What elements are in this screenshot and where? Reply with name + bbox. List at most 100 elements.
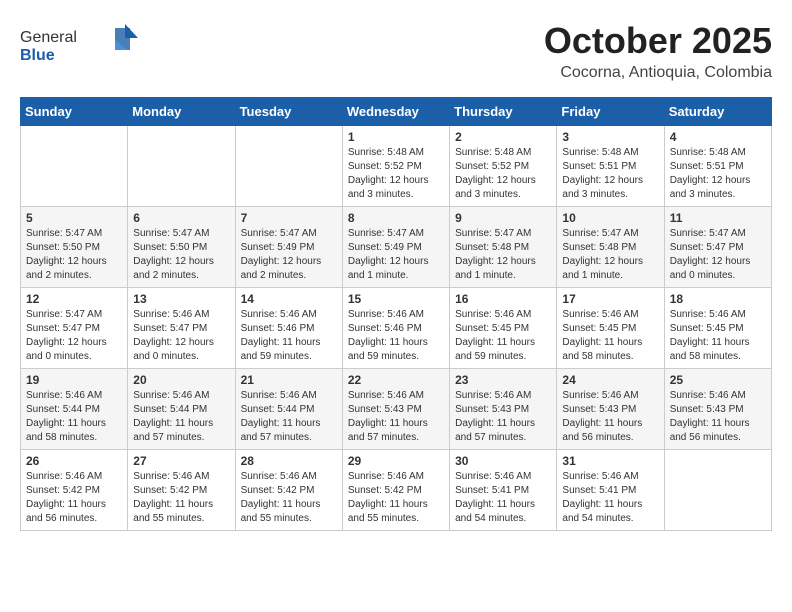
calendar-cell: 5 Sunrise: 5:47 AMSunset: 5:50 PMDaylight… [21,207,128,288]
day-number: 2 [455,130,551,144]
day-number: 12 [26,292,122,306]
calendar-cell: 10Sunrise: 5:47 AMSunset: 5:48 PMDayligh… [557,207,664,288]
day-number: 15 [348,292,444,306]
day-info: Sunrise: 5:47 AMSunset: 5:47 PMDaylight:… [670,227,766,283]
calendar-week-row: 1 Sunrise: 5:48 AMSunset: 5:52 PMDaylight… [21,126,772,207]
day-info: Sunrise: 5:46 AMSunset: 5:46 PMDaylight:… [348,308,444,364]
calendar-week-row: 26 Sunrise: 5:46 AMSunset: 5:42 PMDayligh… [21,450,772,531]
day-number: 7 [241,211,337,225]
day-number: 22 [348,373,444,387]
svg-text:General: General [20,29,77,46]
day-info: Sunrise: 5:46 AMSunset: 5:42 PMDaylight:… [133,470,229,526]
day-info: Sunrise: 5:47 AMSunset: 5:48 PMDaylight:… [455,227,551,283]
weekday-header-saturday: Saturday [664,98,771,126]
weekday-header-sunday: Sunday [21,98,128,126]
day-info: Sunrise: 5:48 AMSunset: 5:52 PMDaylight:… [455,146,551,202]
day-number: 29 [348,454,444,468]
calendar-cell: 13 Sunrise: 5:46 AMSunset: 5:47 PMDayligh… [128,288,235,369]
day-info: Sunrise: 5:46 AMSunset: 5:41 PMDaylight:… [562,470,658,526]
day-info: Sunrise: 5:47 AMSunset: 5:47 PMDaylight:… [26,308,122,364]
day-number: 14 [241,292,337,306]
calendar-cell: 22 Sunrise: 5:46 AMSunset: 5:43 PMDayligh… [342,369,449,450]
day-info: Sunrise: 5:46 AMSunset: 5:43 PMDaylight:… [348,389,444,445]
day-number: 26 [26,454,122,468]
day-info: Sunrise: 5:46 AMSunset: 5:43 PMDaylight:… [670,389,766,445]
title-block: October 2025 Cocorna, Antioquia, Colombi… [544,20,772,82]
calendar-week-row: 12 Sunrise: 5:47 AMSunset: 5:47 PMDayligh… [21,288,772,369]
day-number: 5 [26,211,122,225]
day-number: 8 [348,211,444,225]
day-info: Sunrise: 5:46 AMSunset: 5:44 PMDaylight:… [133,389,229,445]
day-number: 31 [562,454,658,468]
day-info: Sunrise: 5:46 AMSunset: 5:43 PMDaylight:… [562,389,658,445]
weekday-header-thursday: Thursday [450,98,557,126]
calendar-cell: 19Sunrise: 5:46 AMSunset: 5:44 PMDayligh… [21,369,128,450]
day-info: Sunrise: 5:46 AMSunset: 5:47 PMDaylight:… [133,308,229,364]
calendar-cell: 7 Sunrise: 5:47 AMSunset: 5:49 PMDaylight… [235,207,342,288]
calendar-cell: 23 Sunrise: 5:46 AMSunset: 5:43 PMDayligh… [450,369,557,450]
calendar-cell: 25 Sunrise: 5:46 AMSunset: 5:43 PMDayligh… [664,369,771,450]
day-number: 1 [348,130,444,144]
calendar-cell [21,126,128,207]
calendar-cell: 17Sunrise: 5:46 AMSunset: 5:45 PMDayligh… [557,288,664,369]
calendar-cell: 4 Sunrise: 5:48 AMSunset: 5:51 PMDaylight… [664,126,771,207]
day-info: Sunrise: 5:46 AMSunset: 5:44 PMDaylight:… [241,389,337,445]
calendar-cell: 30 Sunrise: 5:46 AMSunset: 5:41 PMDayligh… [450,450,557,531]
logo-text: General Blue [20,20,140,70]
day-info: Sunrise: 5:47 AMSunset: 5:50 PMDaylight:… [26,227,122,283]
calendar-cell: 27 Sunrise: 5:46 AMSunset: 5:42 PMDayligh… [128,450,235,531]
calendar-cell: 29 Sunrise: 5:46 AMSunset: 5:42 PMDayligh… [342,450,449,531]
day-info: Sunrise: 5:46 AMSunset: 5:43 PMDaylight:… [455,389,551,445]
weekday-header-row: SundayMondayTuesdayWednesdayThursdayFrid… [21,98,772,126]
weekday-header-monday: Monday [128,98,235,126]
day-info: Sunrise: 5:48 AMSunset: 5:52 PMDaylight:… [348,146,444,202]
day-info: Sunrise: 5:46 AMSunset: 5:42 PMDaylight:… [26,470,122,526]
day-info: Sunrise: 5:48 AMSunset: 5:51 PMDaylight:… [670,146,766,202]
day-info: Sunrise: 5:46 AMSunset: 5:41 PMDaylight:… [455,470,551,526]
day-info: Sunrise: 5:47 AMSunset: 5:49 PMDaylight:… [348,227,444,283]
svg-text:Blue: Blue [20,47,55,64]
calendar-cell: 31 Sunrise: 5:46 AMSunset: 5:41 PMDayligh… [557,450,664,531]
day-number: 18 [670,292,766,306]
calendar-cell: 21 Sunrise: 5:46 AMSunset: 5:44 PMDayligh… [235,369,342,450]
day-number: 4 [670,130,766,144]
calendar-cell [664,450,771,531]
weekday-header-wednesday: Wednesday [342,98,449,126]
calendar-cell: 20 Sunrise: 5:46 AMSunset: 5:44 PMDayligh… [128,369,235,450]
calendar-cell [128,126,235,207]
day-info: Sunrise: 5:46 AMSunset: 5:42 PMDaylight:… [348,470,444,526]
day-number: 23 [455,373,551,387]
location-title: Cocorna, Antioquia, Colombia [544,64,772,82]
day-info: Sunrise: 5:47 AMSunset: 5:48 PMDaylight:… [562,227,658,283]
calendar-cell: 8 Sunrise: 5:47 AMSunset: 5:49 PMDaylight… [342,207,449,288]
day-info: Sunrise: 5:48 AMSunset: 5:51 PMDaylight:… [562,146,658,202]
calendar-cell: 12 Sunrise: 5:47 AMSunset: 5:47 PMDayligh… [21,288,128,369]
day-info: Sunrise: 5:46 AMSunset: 5:45 PMDaylight:… [562,308,658,364]
calendar-cell: 18 Sunrise: 5:46 AMSunset: 5:45 PMDayligh… [664,288,771,369]
calendar-cell: 6Sunrise: 5:47 AMSunset: 5:50 PMDaylight… [128,207,235,288]
calendar-cell: 14 Sunrise: 5:46 AMSunset: 5:46 PMDayligh… [235,288,342,369]
day-info: Sunrise: 5:46 AMSunset: 5:46 PMDaylight:… [241,308,337,364]
day-number: 9 [455,211,551,225]
day-number: 3 [562,130,658,144]
calendar-cell: 24Sunrise: 5:46 AMSunset: 5:43 PMDayligh… [557,369,664,450]
day-number: 30 [455,454,551,468]
day-number: 11 [670,211,766,225]
calendar-cell: 16Sunrise: 5:46 AMSunset: 5:45 PMDayligh… [450,288,557,369]
month-title: October 2025 [544,20,772,62]
calendar-cell: 26 Sunrise: 5:46 AMSunset: 5:42 PMDayligh… [21,450,128,531]
calendar-cell [235,126,342,207]
day-info: Sunrise: 5:46 AMSunset: 5:45 PMDaylight:… [455,308,551,364]
weekday-header-tuesday: Tuesday [235,98,342,126]
day-number: 13 [133,292,229,306]
day-number: 25 [670,373,766,387]
day-number: 20 [133,373,229,387]
weekday-header-friday: Friday [557,98,664,126]
day-info: Sunrise: 5:47 AMSunset: 5:49 PMDaylight:… [241,227,337,283]
day-number: 27 [133,454,229,468]
calendar-cell: 1 Sunrise: 5:48 AMSunset: 5:52 PMDaylight… [342,126,449,207]
day-number: 21 [241,373,337,387]
day-number: 28 [241,454,337,468]
logo: General Blue [20,20,140,70]
day-info: Sunrise: 5:46 AMSunset: 5:45 PMDaylight:… [670,308,766,364]
